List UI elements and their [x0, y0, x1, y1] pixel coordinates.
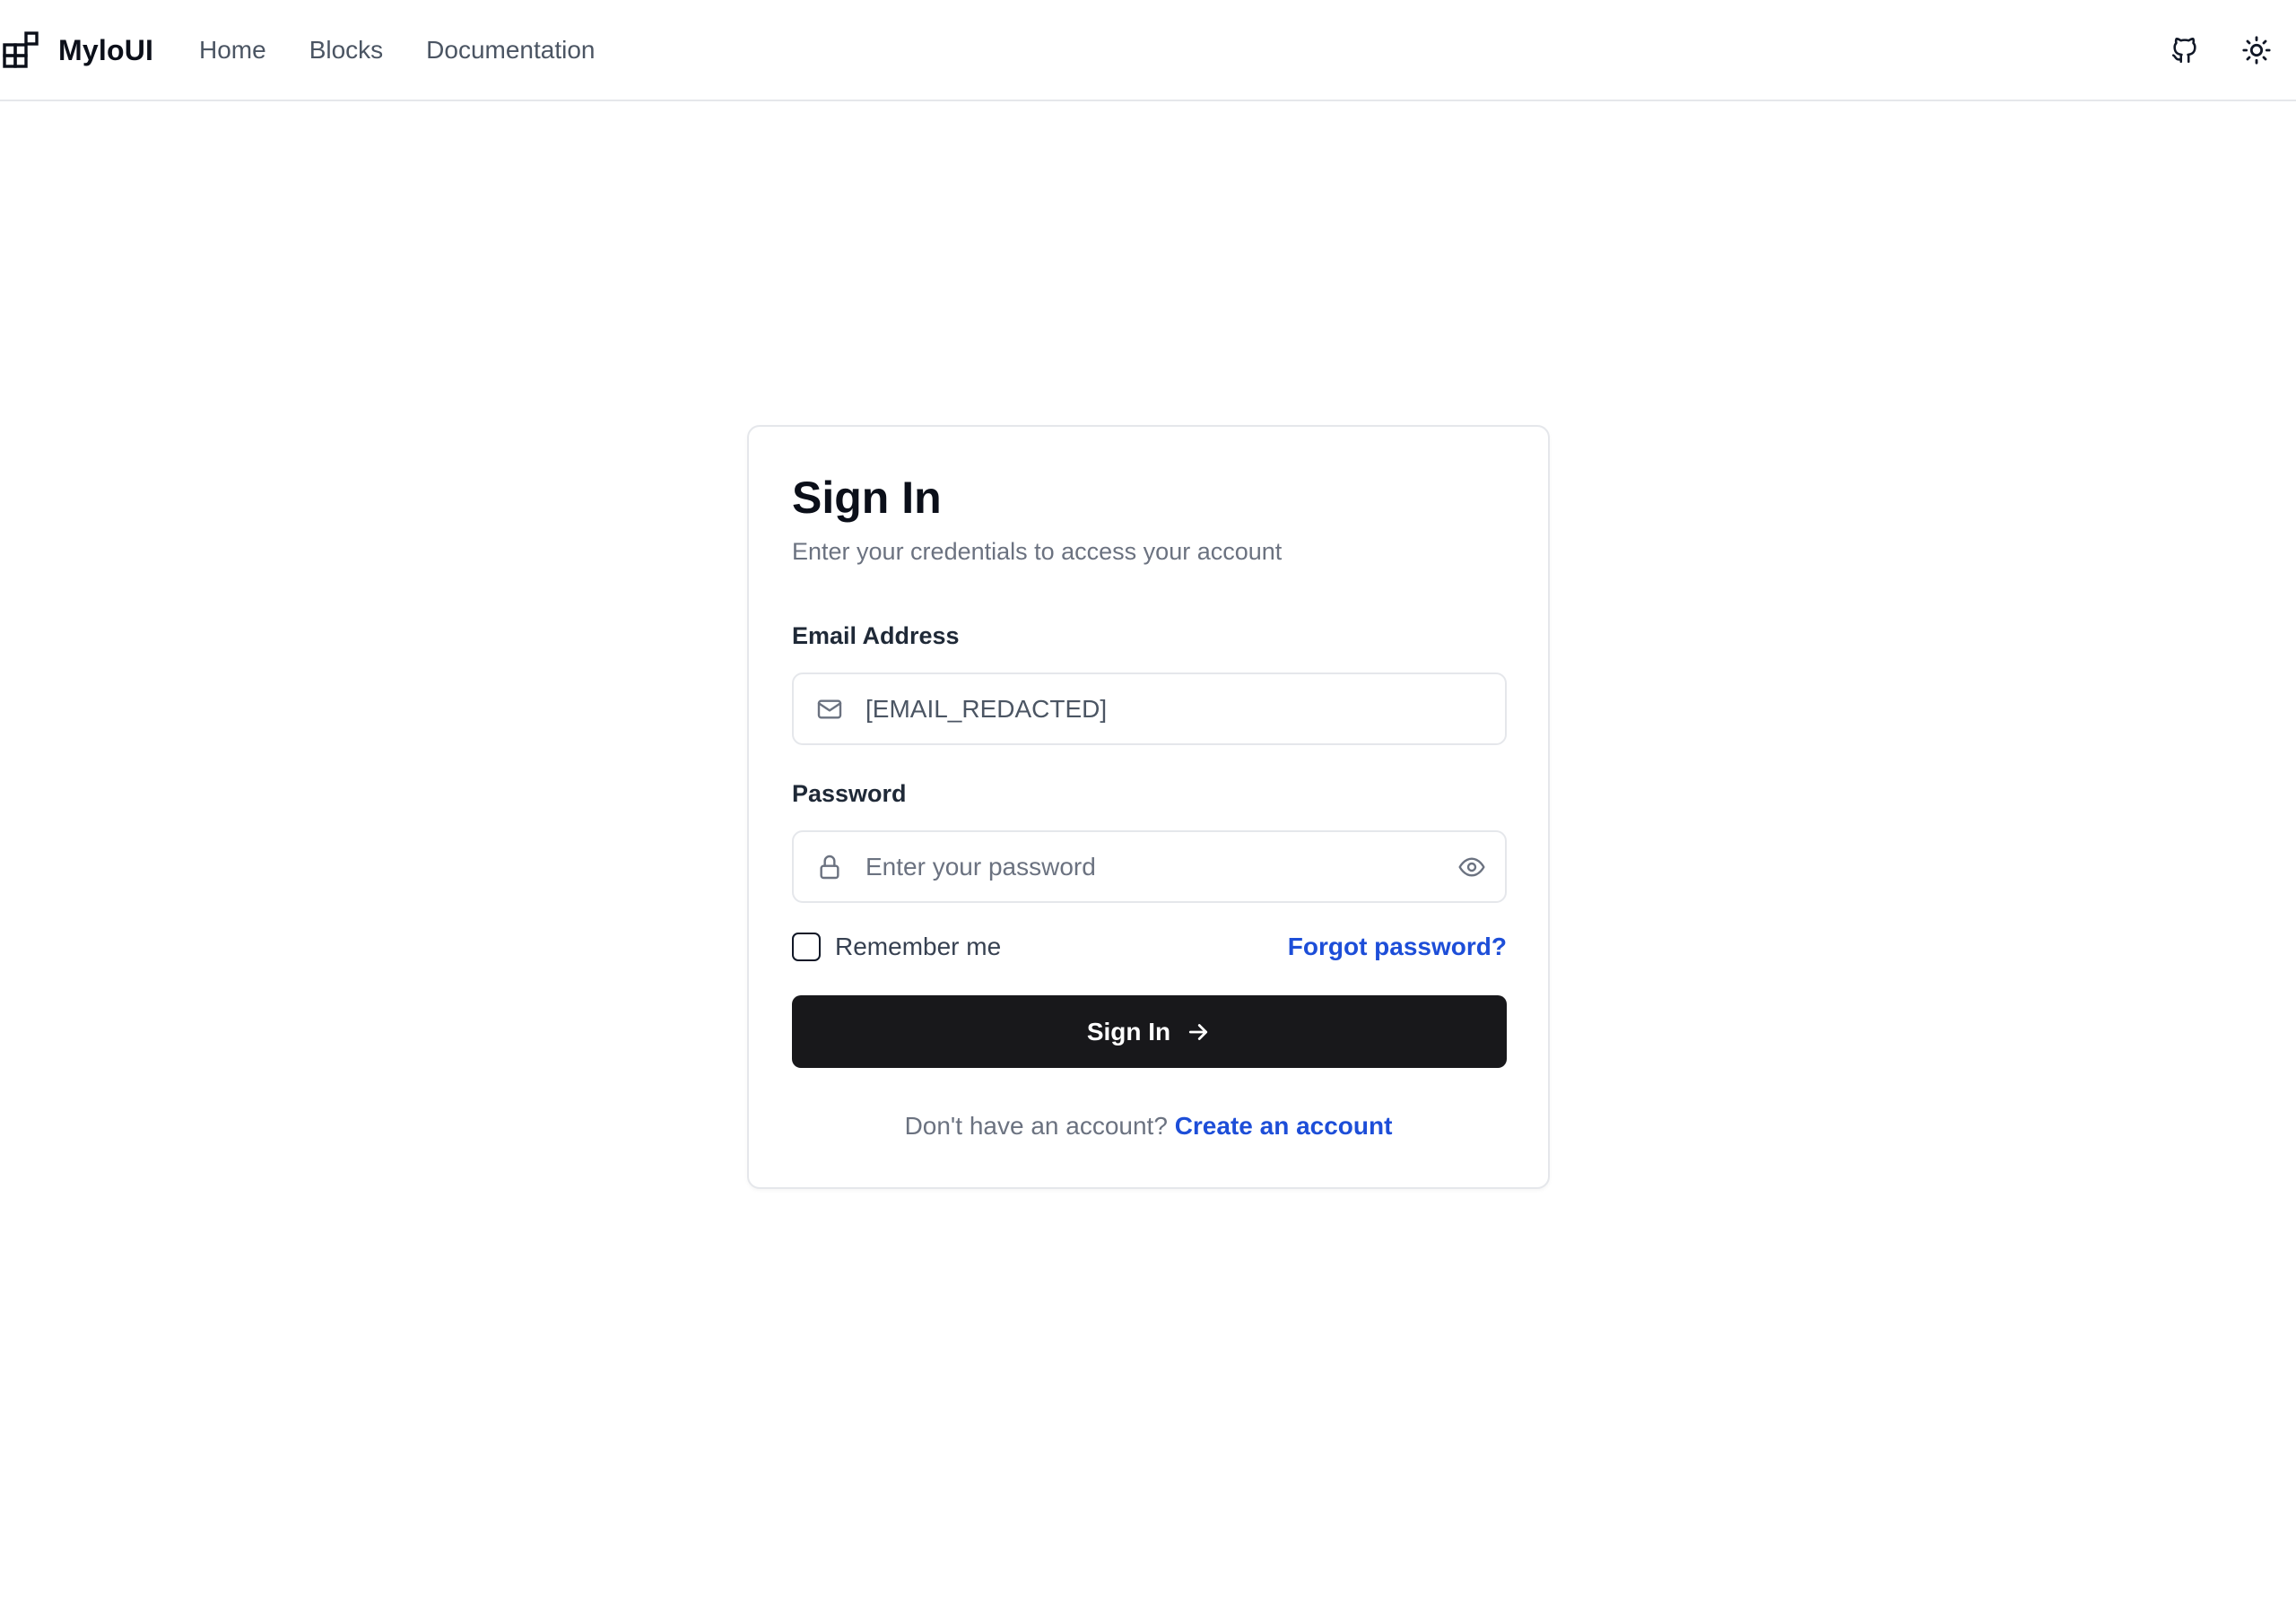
password-input[interactable]	[865, 832, 1439, 901]
nav-link-blocks[interactable]: Blocks	[309, 36, 383, 65]
brand-name: MyloUI	[58, 33, 154, 66]
top-navigation-bar: MyloUI Home Blocks Documentation	[0, 0, 2296, 101]
password-field-wrapper	[792, 830, 1507, 903]
nav-link-documentation[interactable]: Documentation	[426, 36, 595, 65]
card-title: Sign In	[792, 473, 942, 523]
eye-icon	[1458, 857, 1485, 877]
arrow-right-icon	[1189, 1023, 1208, 1040]
password-label: Password	[792, 780, 907, 807]
create-account-link[interactable]: Create an account	[1175, 1112, 1393, 1140]
blocks-logo-icon	[3, 31, 39, 68]
remember-me-label[interactable]: Remember me	[835, 933, 1001, 961]
github-button[interactable]	[2160, 25, 2210, 75]
lock-icon	[815, 853, 844, 881]
github-icon	[2171, 38, 2196, 64]
remember-me-checkbox[interactable]	[792, 933, 821, 961]
email-field-wrapper	[792, 672, 1507, 745]
signup-prompt-row: Don't have an account? Create an account	[749, 1112, 1548, 1141]
email-label: Email Address	[792, 622, 960, 649]
remember-row: Remember me Forgot password?	[792, 931, 1507, 963]
brand-logo[interactable]: MyloUI	[3, 31, 153, 69]
sun-icon	[2242, 36, 2271, 65]
forgot-password-link[interactable]: Forgot password?	[1288, 933, 1507, 961]
signup-prompt: Don't have an account?	[904, 1112, 1168, 1140]
main-nav: Home Blocks Documentation	[199, 32, 639, 68]
nav-link-home[interactable]: Home	[199, 36, 266, 65]
sign-in-button-label: Sign In	[1086, 1017, 1171, 1046]
sign-in-button[interactable]: Sign In	[792, 995, 1507, 1068]
toggle-password-visibility-button[interactable]	[1455, 850, 1489, 884]
mail-icon	[815, 695, 844, 724]
theme-toggle-button[interactable]	[2231, 25, 2282, 75]
header-actions	[2160, 25, 2296, 75]
email-input[interactable]	[865, 674, 1439, 743]
card-subtitle: Enter your credentials to access your ac…	[792, 538, 1283, 565]
sign-in-card: Sign In Enter your credentials to access…	[747, 425, 1550, 1189]
